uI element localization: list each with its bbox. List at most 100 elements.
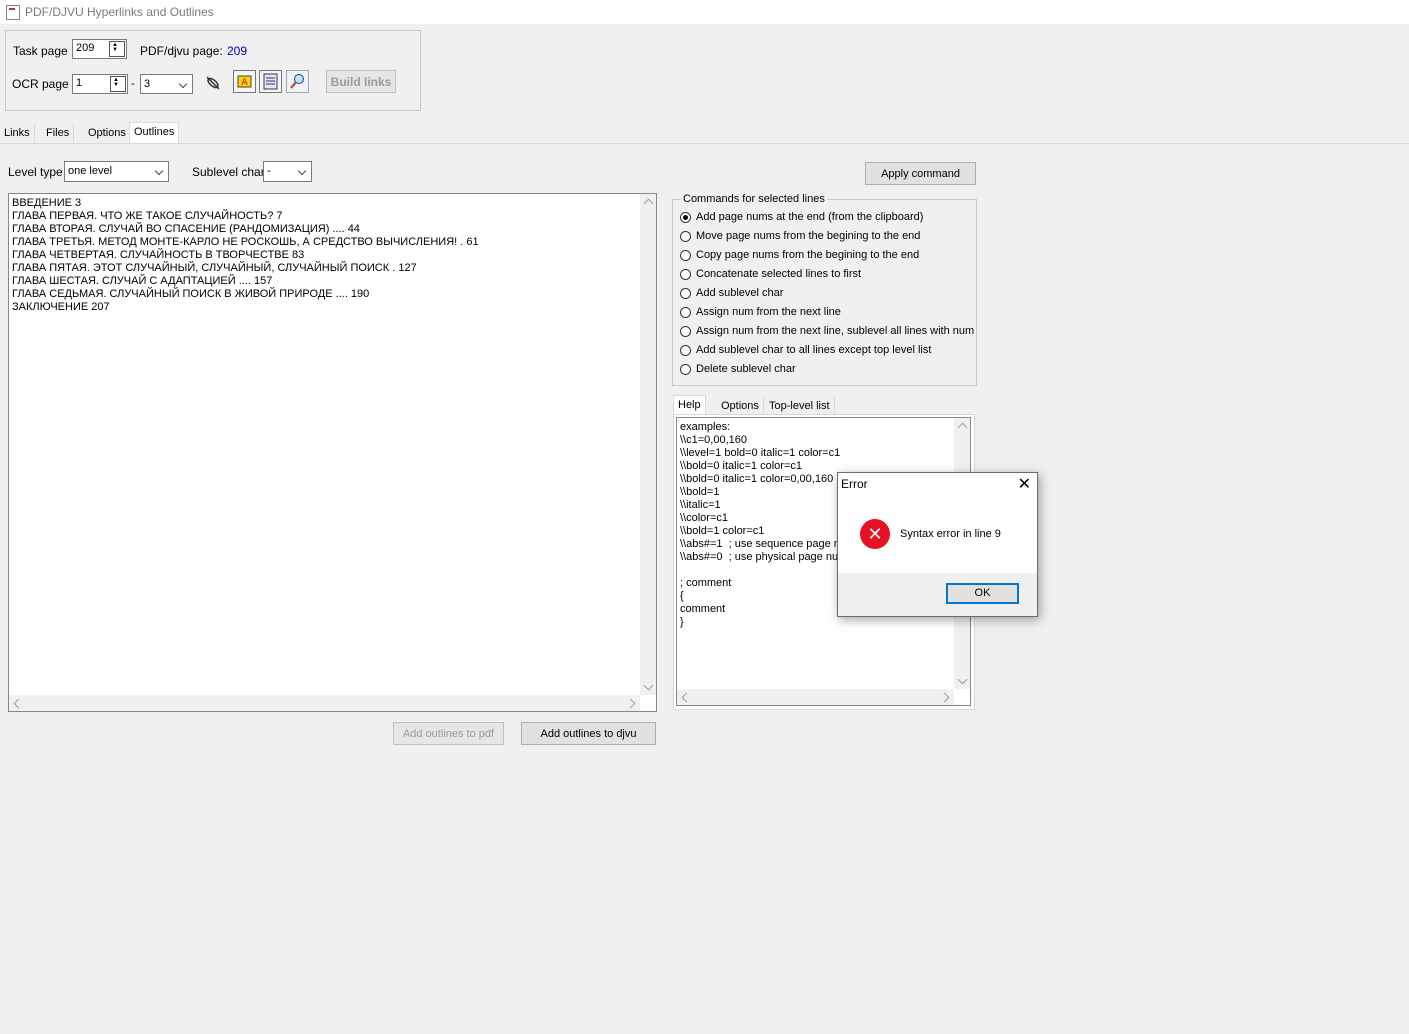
scroll-left-icon[interactable] bbox=[681, 692, 692, 703]
command-radio[interactable] bbox=[680, 269, 691, 280]
highlight-text-icon[interactable]: A bbox=[233, 70, 256, 93]
add-outlines-pdf-button[interactable]: Add outlines to pdf bbox=[393, 722, 504, 745]
tab-options[interactable]: Options bbox=[84, 124, 131, 142]
help-line: \\c1=0,00,160 bbox=[680, 434, 747, 446]
ocr-from-value: 1 bbox=[76, 77, 83, 89]
dialog-message: Syntax error in line 9 bbox=[900, 528, 1001, 540]
command-option-label[interactable]: Delete sublevel char bbox=[696, 363, 796, 375]
sublevel-char-select[interactable]: - bbox=[263, 161, 312, 182]
scroll-left-icon[interactable] bbox=[13, 698, 24, 709]
tab-help-options[interactable]: Options bbox=[717, 397, 764, 415]
sublevel-char-label: Sublevel char bbox=[192, 165, 265, 179]
help-line: \\italic=1 bbox=[680, 499, 721, 511]
pdf-page-label: PDF/djvu page: bbox=[140, 44, 223, 58]
ocr-page-label: OCR page bbox=[12, 77, 69, 91]
app-icon bbox=[6, 5, 20, 20]
outline-line: ГЛАВА ЧЕТВЕРТАЯ. СЛУЧАЙНОСТЬ В ТВОРЧЕСТВ… bbox=[12, 249, 305, 261]
level-type-select[interactable]: one level bbox=[64, 161, 169, 182]
document-list-icon[interactable] bbox=[259, 70, 282, 93]
help-horizontal-scrollbar[interactable] bbox=[677, 689, 954, 705]
command-option-label[interactable]: Assign num from the next line bbox=[696, 306, 841, 318]
ocr-from-spinner[interactable] bbox=[110, 76, 126, 92]
outline-line: ГЛАВА ВТОРАЯ. СЛУЧАЙ ВО СПАСЕНИЕ (РАНДОМ… bbox=[12, 223, 360, 235]
tab-links[interactable]: Links bbox=[0, 124, 35, 142]
sublevel-char-value: - bbox=[267, 165, 271, 177]
help-tabs: Help Options Top-level list bbox=[673, 395, 973, 416]
chevron-down-icon bbox=[179, 77, 189, 89]
outline-text-editor[interactable]: ВВЕДЕНИЕ 3 ГЛАВА ПЕРВАЯ. ЧТО ЖЕ ТАКОЕ СЛУ… bbox=[8, 193, 657, 712]
outline-line: ГЛАВА ПЯТАЯ. ЭТОТ СЛУЧАЙНЫЙ, СЛУЧАЙНЫЙ, … bbox=[12, 262, 417, 274]
outline-horizontal-scrollbar[interactable] bbox=[9, 695, 640, 711]
task-page-label: Task page bbox=[13, 44, 68, 58]
level-type-label: Level type bbox=[8, 165, 63, 179]
error-dialog: Error ✕ ✕ Syntax error in line 9 OK bbox=[837, 472, 1038, 617]
scroll-up-icon[interactable] bbox=[957, 422, 968, 433]
outline-line: ГЛАВА ШЕСТАЯ. СЛУЧАЙ С АДАПТАЦИЕЙ .... 1… bbox=[12, 275, 273, 287]
tab-help[interactable]: Help bbox=[673, 395, 706, 416]
command-option-label[interactable]: Add page nums at the end (from the clipb… bbox=[696, 211, 923, 223]
pdf-page-value: 209 bbox=[227, 44, 248, 58]
help-line: \\abs#=0 ; use physical page nu bbox=[680, 551, 839, 563]
scroll-right-icon[interactable] bbox=[939, 692, 950, 703]
command-radio[interactable] bbox=[680, 345, 691, 356]
dialog-title: Error bbox=[841, 477, 868, 491]
help-line: \\level=1 bold=0 italic=1 color=c1 bbox=[680, 447, 841, 459]
scroll-down-icon[interactable] bbox=[643, 680, 654, 691]
tab-files[interactable]: Files bbox=[42, 124, 75, 142]
command-option-label[interactable]: Copy page nums from the begining to the … bbox=[696, 249, 919, 261]
ocr-from-input[interactable]: 1 bbox=[72, 74, 128, 94]
help-line: \\bold=1 bbox=[680, 486, 720, 498]
outline-line: ВВЕДЕНИЕ 3 bbox=[12, 197, 82, 209]
command-option-label[interactable]: Add sublevel char bbox=[696, 287, 783, 299]
command-option-label[interactable]: Add sublevel char to all lines except to… bbox=[696, 344, 931, 356]
ocr-range-dash: - bbox=[131, 78, 135, 90]
scroll-right-icon[interactable] bbox=[625, 698, 636, 709]
magnifier-icon[interactable] bbox=[286, 70, 309, 93]
chevron-down-icon bbox=[155, 164, 165, 176]
command-radio[interactable] bbox=[680, 307, 691, 318]
build-links-button[interactable]: Build links bbox=[326, 70, 396, 93]
command-option-label[interactable]: Assign num from the next line, sublevel … bbox=[696, 325, 974, 337]
ok-button[interactable]: OK bbox=[946, 583, 1019, 604]
tab-outlines[interactable]: Outlines bbox=[129, 122, 180, 143]
ocr-to-value: 3 bbox=[144, 78, 151, 90]
command-radio[interactable] bbox=[680, 326, 691, 337]
help-line: comment bbox=[680, 603, 726, 615]
apply-command-label: Apply command bbox=[881, 167, 960, 180]
help-line: { bbox=[680, 590, 684, 602]
tab-top-level-list[interactable]: Top-level list bbox=[765, 397, 835, 415]
command-option-label[interactable]: Concatenate selected lines to first bbox=[696, 268, 861, 280]
outline-line: ГЛАВА СЕДЬМАЯ. СЛУЧАЙНЫЙ ПОИСК В ЖИВОЙ П… bbox=[12, 288, 370, 300]
add-outlines-djvu-button[interactable]: Add outlines to djvu bbox=[521, 722, 656, 745]
command-radio[interactable] bbox=[680, 212, 691, 223]
add-outlines-pdf-label: Add outlines to pdf bbox=[402, 727, 495, 740]
command-radio[interactable] bbox=[680, 288, 691, 299]
help-line: ; comment bbox=[680, 577, 732, 589]
help-line: \\bold=0 italic=1 color=0,00,160 bbox=[680, 473, 834, 485]
command-radio[interactable] bbox=[680, 364, 691, 375]
outline-line: ЗАКЛЮЧЕНИЕ 207 bbox=[12, 301, 110, 313]
close-icon[interactable]: ✕ bbox=[1018, 474, 1031, 494]
scroll-up-icon[interactable] bbox=[643, 198, 654, 209]
ocr-to-select[interactable]: 3 bbox=[140, 74, 193, 94]
apply-command-button[interactable]: Apply command bbox=[865, 162, 976, 185]
scroll-down-icon[interactable] bbox=[957, 674, 968, 685]
main-tabs: Links Files Options Outlines bbox=[0, 122, 1409, 144]
svg-text:A: A bbox=[241, 78, 248, 88]
command-option-label[interactable]: Move page nums from the begining to the … bbox=[696, 230, 920, 242]
chevron-down-icon bbox=[298, 164, 308, 176]
outline-vertical-scrollbar[interactable] bbox=[640, 194, 656, 695]
task-page-spinner[interactable] bbox=[109, 41, 125, 57]
task-page-value: 209 bbox=[76, 42, 95, 54]
satellite-icon[interactable] bbox=[203, 73, 223, 93]
command-radio[interactable] bbox=[680, 231, 691, 242]
command-radio[interactable] bbox=[680, 250, 691, 261]
task-page-input[interactable]: 209 bbox=[72, 39, 127, 59]
level-type-value: one level bbox=[68, 165, 113, 177]
help-line: \\color=c1 bbox=[680, 512, 728, 524]
commands-group-title: Commands for selected lines bbox=[681, 193, 827, 205]
help-line: examples: bbox=[680, 421, 731, 433]
title-bar: PDF/DJVU Hyperlinks and Outlines bbox=[0, 0, 1409, 24]
help-line: \\bold=0 italic=1 color=c1 bbox=[680, 460, 802, 472]
build-links-label: Build links bbox=[330, 74, 392, 89]
